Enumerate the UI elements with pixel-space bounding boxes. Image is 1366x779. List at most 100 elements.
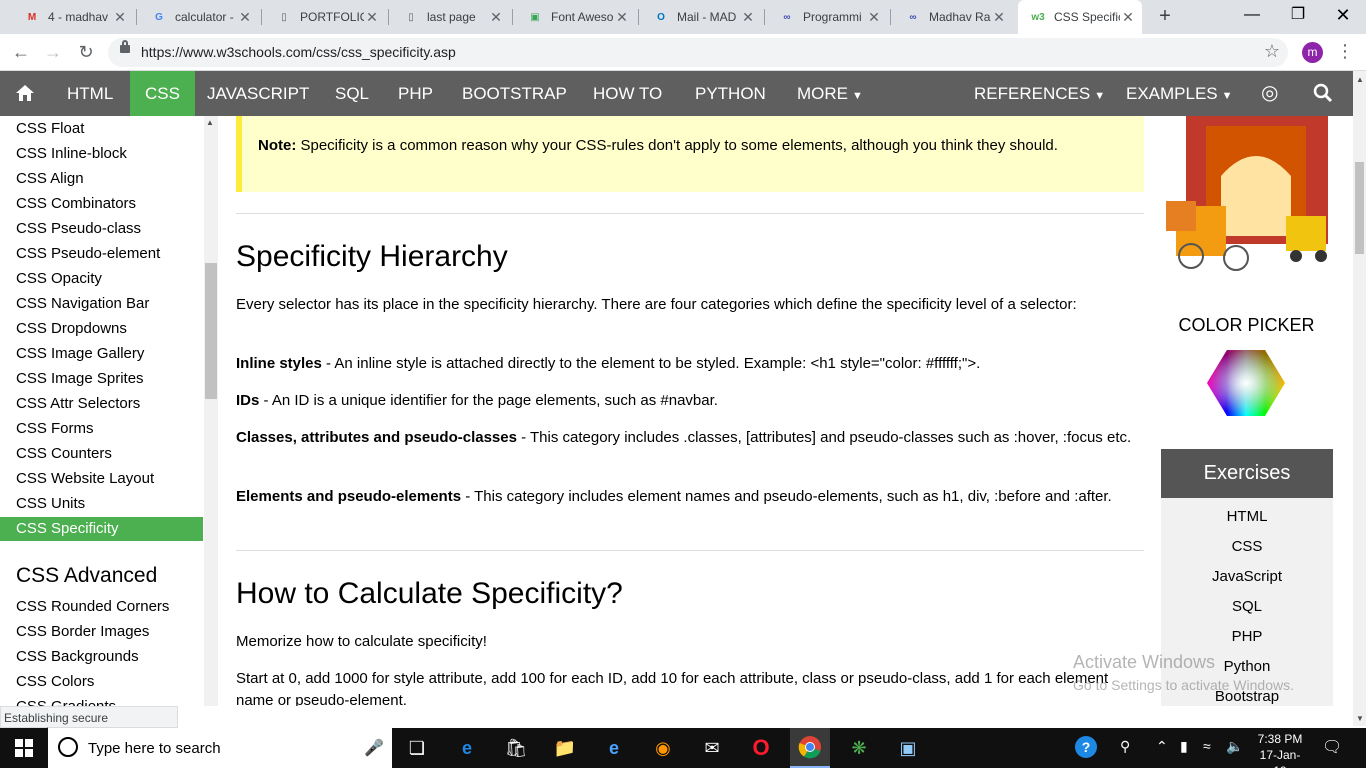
sidebar-item[interactable]: CSS Navigation Bar (0, 292, 203, 316)
browser-menu-icon[interactable]: ⋮ (1336, 41, 1354, 62)
exercise-link[interactable]: HTML (1161, 508, 1333, 525)
home-icon[interactable] (2, 71, 48, 116)
app-cube-icon[interactable]: ▣ (894, 734, 922, 762)
taskbar-clock[interactable]: 7:38 PM 17-Jan-19 (1254, 731, 1306, 779)
sidebar-item[interactable]: CSS Colors (0, 670, 203, 694)
nav-javascript[interactable]: JAVASCRIPT (192, 71, 324, 116)
page-scroll-up-icon[interactable]: ▲ (1356, 75, 1364, 84)
page-scroll-down-icon[interactable]: ▼ (1356, 714, 1364, 723)
color-picker-hexagon-icon[interactable] (1207, 350, 1285, 416)
sidebar-item[interactable]: CSS Forms (0, 417, 203, 441)
nav-html[interactable]: HTML (52, 71, 128, 116)
internet-explorer-icon[interactable]: e (600, 734, 628, 762)
nav-how-to[interactable]: HOW TO (578, 71, 677, 116)
notifications-icon[interactable]: 🗨 (1322, 737, 1342, 757)
sidebar-item[interactable]: CSS Inline-block (0, 142, 203, 166)
sidebar-item[interactable]: CSS Gradients (0, 695, 203, 706)
sidebar-item[interactable]: CSS Specificity (0, 517, 203, 541)
browser-tab[interactable]: ∞ Madhav Ra ✕ (893, 0, 1013, 34)
exercise-link[interactable]: SQL (1161, 598, 1333, 615)
volume-icon[interactable]: 🔈 (1226, 738, 1243, 755)
close-tab-icon[interactable]: ✕ (1120, 9, 1136, 26)
sidebar-item[interactable]: CSS Pseudo-class (0, 217, 203, 241)
mail-icon[interactable]: ✉ (698, 734, 726, 762)
bookmark-star-icon[interactable]: ☆ (1264, 41, 1280, 62)
browser-tab[interactable]: ∞ Programmi ✕ (767, 0, 888, 34)
page-scroll-thumb[interactable] (1355, 162, 1364, 254)
close-tab-icon[interactable]: ✕ (112, 9, 128, 26)
store-icon[interactable]: 🛍 (502, 734, 530, 762)
edge-browser-icon[interactable]: e (453, 734, 481, 762)
maximize-button[interactable]: ❐ (1275, 0, 1321, 34)
forward-icon[interactable]: → (41, 41, 65, 65)
file-explorer-icon[interactable]: 📁 (551, 734, 579, 762)
sidebar-item[interactable]: CSS Counters (0, 442, 203, 466)
taskbar-search-box[interactable]: Type here to search 🎤 (48, 728, 392, 768)
sidebar-item[interactable]: CSS Website Layout (0, 467, 203, 491)
sidebar-item[interactable]: CSS Attr Selectors (0, 392, 203, 416)
ad-illustration[interactable] (1166, 116, 1328, 274)
sidebar-item[interactable]: CSS Float (0, 117, 203, 141)
sidebar-scroll-thumb[interactable] (205, 263, 217, 399)
browser-tab[interactable]: ▯ PORTFOLIO ✕ (264, 0, 386, 34)
nav-more[interactable]: MORE ▼ (782, 71, 878, 116)
opera-icon[interactable]: O (747, 734, 775, 762)
url-text[interactable]: https://www.w3schools.com/css/css_specif… (141, 44, 456, 60)
browser-tab[interactable]: O Mail - MAD ✕ (641, 0, 762, 34)
sidebar-item[interactable]: CSS Rounded Corners (0, 595, 203, 619)
nav-bootstrap[interactable]: BOOTSTRAP (447, 71, 582, 116)
minimize-button[interactable]: — (1229, 0, 1275, 34)
browser-tab[interactable]: w3 CSS Specific ✕ (1018, 0, 1142, 34)
battery-icon[interactable]: ▮ (1180, 738, 1188, 755)
exercise-link[interactable]: JavaScript (1161, 568, 1333, 585)
sidebar-item[interactable]: CSS Opacity (0, 267, 203, 291)
sidebar-item[interactable]: CSS Image Sprites (0, 367, 203, 391)
nav-examples[interactable]: EXAMPLES ▼ (1111, 71, 1248, 116)
scroll-up-arrow-icon[interactable]: ▲ (206, 118, 214, 127)
sidebar-item[interactable]: CSS Dropdowns (0, 317, 203, 341)
browser-tab[interactable]: ▣ Font Aweso ✕ (515, 0, 636, 34)
microphone-icon[interactable]: 🎤 (364, 738, 384, 758)
people-icon[interactable]: ⚲ (1120, 738, 1130, 755)
nav-references[interactable]: REFERENCES ▼ (959, 71, 1120, 116)
close-tab-icon[interactable]: ✕ (740, 9, 756, 26)
new-tab-button[interactable]: + (1153, 5, 1177, 29)
globe-icon[interactable]: ◎ (1246, 71, 1293, 116)
back-icon[interactable]: ← (9, 41, 33, 65)
exercise-link[interactable]: PHP (1161, 628, 1333, 645)
close-tab-icon[interactable]: ✕ (614, 9, 630, 26)
close-tab-icon[interactable]: ✕ (237, 9, 253, 26)
windows-start-icon[interactable] (10, 734, 38, 762)
search-icon[interactable] (1298, 71, 1348, 116)
nav-css[interactable]: CSS (130, 71, 195, 116)
reload-icon[interactable]: ↻ (74, 41, 98, 65)
app-network-icon[interactable]: ❋ (845, 734, 873, 762)
browser-tab[interactable]: Gcalculator - ✕ (139, 0, 259, 34)
wifi-icon[interactable]: ≈ (1203, 738, 1211, 754)
sidebar-item[interactable]: CSS Image Gallery (0, 342, 203, 366)
browser-tab[interactable]: ▯ last page ✕ (391, 0, 510, 34)
exercise-link[interactable]: CSS (1161, 538, 1333, 555)
browser-tab[interactable]: M 4 - madhav ✕ (12, 0, 134, 34)
close-tab-icon[interactable]: ✕ (866, 9, 882, 26)
sidebar-item[interactable]: CSS Units (0, 492, 203, 516)
firefox-icon[interactable]: ◉ (649, 734, 677, 762)
task-view-icon[interactable]: ❏ (403, 734, 431, 762)
close-tab-icon[interactable]: ✕ (991, 9, 1007, 26)
close-window-button[interactable]: ✕ (1320, 0, 1366, 34)
sidebar-item[interactable]: CSS Backgrounds (0, 645, 203, 669)
close-tab-icon[interactable]: ✕ (364, 9, 380, 26)
nav-python[interactable]: PYTHON (680, 71, 781, 116)
nav-sql[interactable]: SQL (320, 71, 384, 116)
chrome-icon[interactable] (790, 728, 830, 768)
tray-chevron-icon[interactable]: ⌃ (1156, 738, 1168, 755)
sidebar-item[interactable]: CSS Align (0, 167, 203, 191)
profile-avatar[interactable]: m (1302, 42, 1323, 63)
help-icon[interactable]: ? (1075, 736, 1097, 758)
nav-php[interactable]: PHP (383, 71, 448, 116)
sidebar-item[interactable]: CSS Pseudo-element (0, 242, 203, 266)
sidebar-item[interactable]: CSS Combinators (0, 192, 203, 216)
sidebar-item[interactable]: CSS Border Images (0, 620, 203, 644)
close-tab-icon[interactable]: ✕ (488, 9, 504, 26)
sidebar-scrollbar[interactable] (204, 116, 218, 706)
